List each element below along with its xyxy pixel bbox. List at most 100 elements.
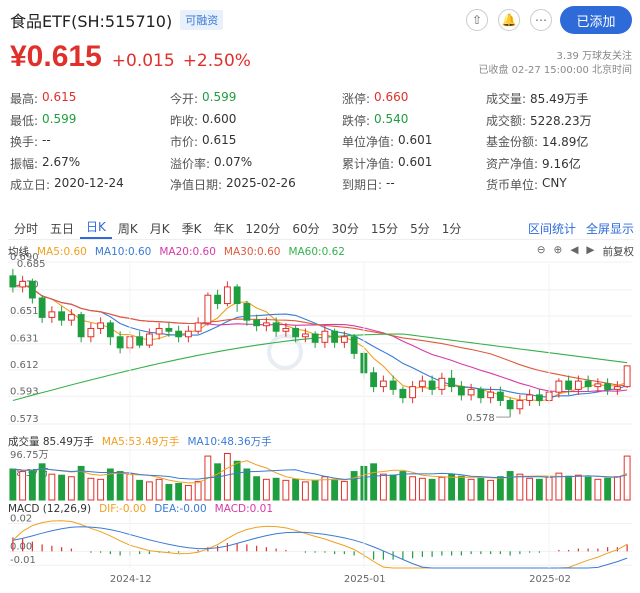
- tab-period[interactable]: 周K: [112, 220, 144, 237]
- stat-item: 成交量: 85.49万手: [486, 90, 634, 107]
- candle-body: [623, 365, 631, 388]
- stat-label: 基金份额:: [486, 135, 539, 150]
- candle-body: [116, 336, 124, 349]
- candle-body: [487, 391, 495, 399]
- prev-icon[interactable]: ◀: [570, 244, 578, 259]
- tab-period[interactable]: 30分: [326, 220, 365, 237]
- candle-body: [38, 297, 46, 318]
- candle-body: [253, 319, 261, 327]
- zoom-in-icon[interactable]: ⊕: [554, 244, 563, 259]
- followers-count: 3.39 万球友关注: [556, 51, 632, 62]
- alert-bell-icon[interactable]: 🔔: [498, 9, 520, 31]
- stat-item: 净值日期: 2025-02-26: [170, 176, 342, 193]
- stat-value: 0.601: [398, 154, 433, 169]
- range-stats-link[interactable]: 区间统计: [528, 220, 576, 237]
- volume-bar: [58, 474, 66, 501]
- volume-bar: [594, 478, 602, 501]
- volume-bar: [584, 476, 592, 501]
- candle-body: [321, 330, 329, 343]
- next-icon[interactable]: ▶: [586, 244, 594, 259]
- stats-row: 换手: -- 市价: 0.615 单位净值: 0.601 基金份额: 14.89亿: [10, 131, 634, 153]
- candle-body: [604, 383, 612, 390]
- candle-body: [399, 388, 407, 399]
- volume-bar: [438, 476, 446, 501]
- candle-body: [350, 336, 358, 354]
- stat-label: 资产净值:: [486, 156, 539, 171]
- tab-period[interactable]: 日K: [80, 218, 112, 239]
- legend-entry: MA30:0.60: [223, 245, 281, 258]
- stat-label: 累计净值:: [342, 156, 395, 171]
- tab-period[interactable]: 五日: [44, 220, 80, 237]
- candle-body: [467, 388, 475, 396]
- legend-entry: DEA:-0.00: [154, 503, 207, 515]
- market-status: 已收盘 02-27 15:00:00 北京时间: [478, 65, 632, 76]
- stat-label: 到期日:: [342, 178, 383, 193]
- stat-label: 最高:: [10, 92, 39, 107]
- volume-bar: [97, 478, 105, 501]
- price-tick-label: 0.631: [10, 334, 39, 345]
- volume-bar: [574, 474, 582, 501]
- stat-label: 市价:: [170, 135, 199, 150]
- header: 食品ETF(SH:515710) 可融资: [10, 8, 224, 32]
- tab-period[interactable]: 60分: [286, 220, 325, 237]
- stat-value: 0.601: [398, 133, 433, 148]
- tab-period[interactable]: 1分: [436, 220, 468, 237]
- stat-item: 今开: 0.599: [170, 90, 342, 107]
- zoom-out-icon[interactable]: ⊖: [537, 244, 546, 259]
- tab-period[interactable]: 分时: [8, 220, 44, 237]
- price-tick-label: 0.612: [10, 360, 39, 371]
- stat-label: 货币单位:: [486, 178, 539, 193]
- stat-value: 0.599: [42, 111, 77, 126]
- stat-label: 今开:: [170, 92, 199, 107]
- stats-row: 成立日: 2020-12-24 净值日期: 2025-02-26 到期日: -- 货币单位:…: [10, 174, 634, 196]
- more-icon[interactable]: ⋯: [530, 9, 552, 31]
- tab-period[interactable]: 季K: [176, 220, 208, 237]
- stat-item: 成交额: 5228.23万: [486, 112, 634, 129]
- candle-body: [584, 380, 592, 388]
- tab-period[interactable]: 15分: [365, 220, 404, 237]
- candle-body: [448, 377, 456, 388]
- tab-period[interactable]: 月K: [144, 220, 176, 237]
- high-price-label: 0.685: [17, 259, 46, 270]
- candle-body: [262, 322, 270, 327]
- margin-badge[interactable]: 可融资: [180, 10, 224, 30]
- stat-item: 昨收: 0.600: [170, 112, 342, 129]
- macd-legend: MACD (12,26,9) DIF:-0.00 DEA:-0.00 MACD:0.0…: [8, 503, 273, 515]
- stat-value: 85.49万手: [530, 92, 589, 107]
- adjust-select[interactable]: 前复权: [603, 244, 635, 259]
- ma10-line: [12, 283, 628, 398]
- volume-bar: [116, 471, 124, 501]
- candle-body: [574, 380, 582, 390]
- price-change-pct: +2.50%: [182, 51, 251, 71]
- volume-bar: [331, 478, 339, 501]
- quote-meta: 3.39 万球友关注 已收盘 02-27 15:00:00 北京时间: [478, 50, 632, 78]
- tab-period[interactable]: 120分: [239, 220, 286, 237]
- stat-value: 0.615: [42, 90, 77, 105]
- stat-value: 5228.23万: [530, 113, 592, 128]
- share-icon[interactable]: ⇧: [466, 9, 488, 31]
- volume-bar: [87, 477, 95, 501]
- stat-item: 溢价率: 0.07%: [170, 155, 342, 172]
- candle-body: [58, 311, 66, 321]
- volume-bar: [428, 478, 436, 501]
- stat-value: CNY: [542, 176, 567, 191]
- candle-body: [438, 377, 446, 390]
- volume-tick-label: 96.75万: [10, 450, 49, 461]
- legend-entry: MA5:0.60: [37, 245, 87, 258]
- stat-item: 货币单位: CNY: [486, 176, 634, 193]
- dif-line: [12, 520, 628, 569]
- tab-period[interactable]: 5分: [404, 220, 436, 237]
- candle-body: [516, 399, 524, 410]
- volume-bar: [155, 478, 163, 501]
- volume-bar: [311, 479, 319, 501]
- volume-bar: [457, 475, 465, 501]
- low-price-label: 0.578: [466, 413, 495, 424]
- tab-period[interactable]: 年K: [208, 220, 240, 237]
- volume-bar: [233, 460, 241, 501]
- stat-label: 换手:: [10, 135, 39, 150]
- candle-body: [19, 280, 27, 288]
- quote-row: ¥0.615 +0.015 +2.50%: [10, 40, 251, 74]
- add-watchlist-button[interactable]: 已添加: [560, 6, 632, 34]
- fullscreen-link[interactable]: 全屏显示: [586, 220, 634, 237]
- period-tabs: 分时 五日 日K 周K 月K 季K 年K 120分 60分 30分 15分 5分 1分 区间统计 全屏显示: [8, 218, 634, 240]
